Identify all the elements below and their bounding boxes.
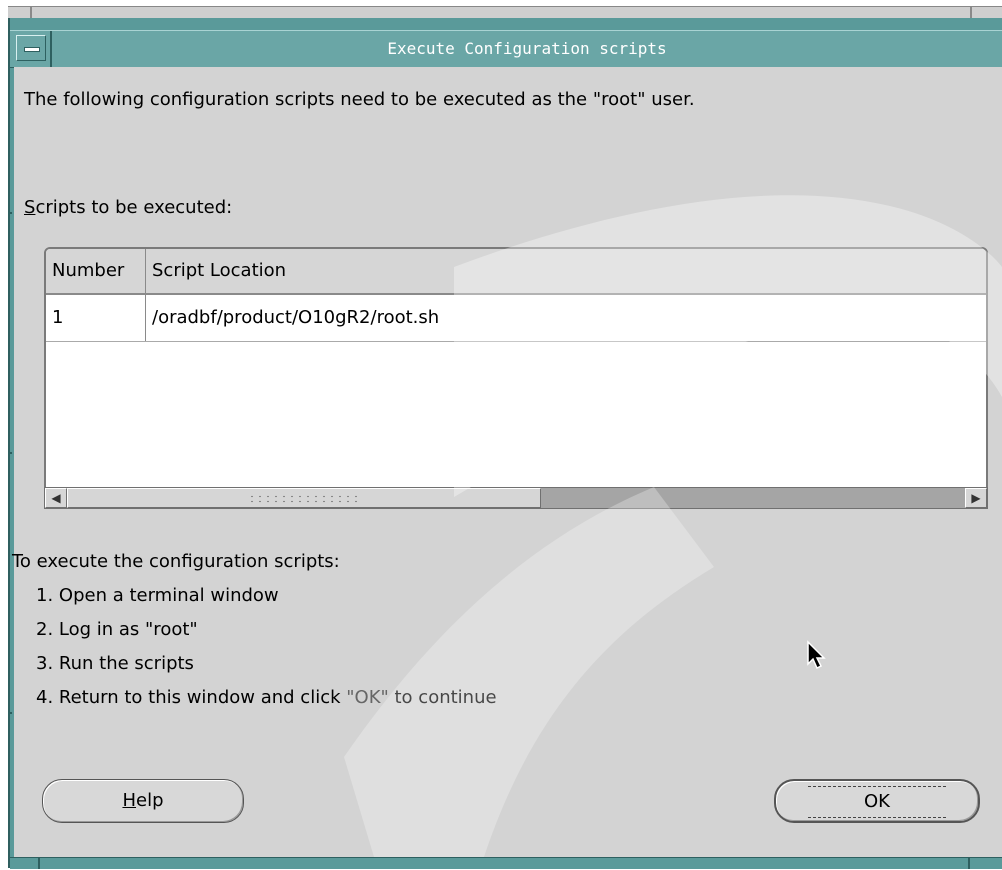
scripts-label: Scripts to be executed:: [24, 197, 232, 218]
window-menu-button[interactable]: [16, 35, 46, 61]
ok-label: OK: [808, 786, 946, 818]
instruction-step-2: 2. Log in as "root": [36, 619, 198, 640]
frame-edge-mark: [8, 452, 12, 454]
help-label-rest: elp: [136, 790, 164, 811]
scroll-left-button[interactable]: ◀: [45, 488, 67, 508]
instruction-step-1: 1. Open a terminal window: [36, 585, 279, 606]
window-menu-icon: [24, 47, 40, 52]
column-header-number[interactable]: Number: [46, 249, 146, 293]
scripts-table[interactable]: Number Script Location 1 /oradbf/product…: [44, 247, 988, 507]
table-empty-area: [46, 342, 986, 442]
step4-prefix: 4. Return to this window and click: [36, 687, 347, 708]
column-header-script-location[interactable]: Script Location: [146, 249, 986, 293]
window-frame-bottom: [10, 857, 1002, 869]
scripts-label-mnemonic: S: [24, 197, 36, 218]
step4-ok-text: "OK": [346, 687, 389, 708]
scripts-label-rest: cripts to be executed:: [35, 197, 233, 218]
table-row[interactable]: 1 /oradbf/product/O10gR2/root.sh: [46, 295, 986, 342]
scrollbar-grip: [248, 494, 358, 504]
scrollbar-thumb[interactable]: [67, 488, 541, 508]
title-bar[interactable]: Execute Configuration scripts: [10, 30, 1002, 68]
scroll-right-button[interactable]: ▶: [965, 488, 987, 508]
frame-edge-mark: [8, 712, 12, 714]
scroll-left-arrow-icon: ◀: [51, 491, 61, 505]
dialog-body: The following configuration scripts need…: [12, 67, 1002, 857]
step4-suffix: to continue: [388, 687, 497, 708]
instruction-step-3: 3. Run the scripts: [36, 653, 194, 674]
help-mnemonic: H: [122, 790, 137, 811]
intro-text: The following configuration scripts need…: [24, 89, 695, 110]
table-header: Number Script Location: [46, 249, 986, 295]
frame-edge-mark: [8, 212, 12, 214]
instructions-heading: To execute the configuration scripts:: [12, 551, 340, 572]
horizontal-scrollbar[interactable]: ◀ ▶: [44, 487, 988, 509]
instruction-step-4: 4. Return to this window and click "OK" …: [36, 687, 497, 708]
cell-script-location: /oradbf/product/O10gR2/root.sh: [152, 307, 440, 328]
window-title: Execute Configuration scripts: [387, 39, 667, 58]
scroll-right-arrow-icon: ▶: [971, 491, 981, 505]
ok-button[interactable]: OK: [774, 779, 980, 823]
help-button[interactable]: Help: [42, 779, 244, 823]
mouse-pointer-icon: [807, 640, 826, 670]
cell-number: 1: [46, 295, 146, 341]
